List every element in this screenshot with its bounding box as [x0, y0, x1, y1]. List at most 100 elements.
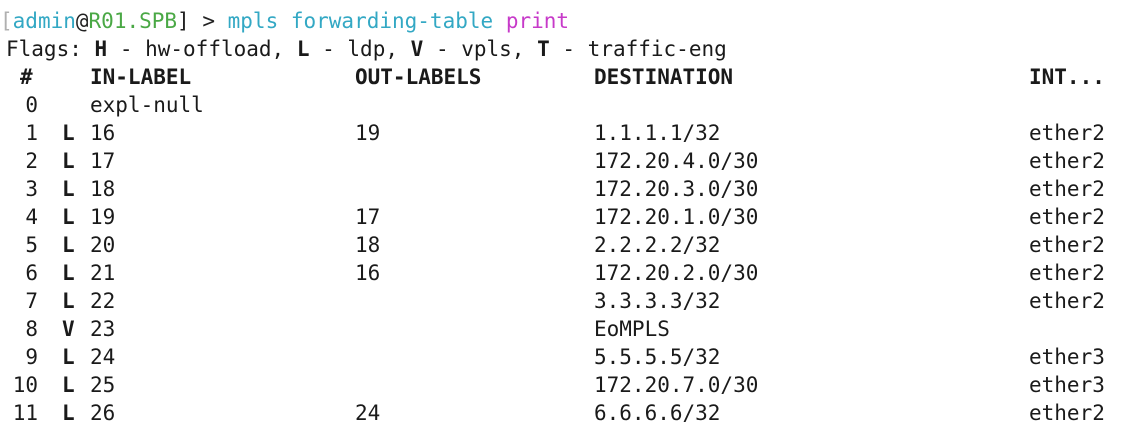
row-in-label: 26 — [90, 401, 116, 425]
row-destination: 2.2.2.2/32 — [594, 233, 721, 257]
row-destination: 5.5.5.5/32 — [594, 345, 721, 369]
row-flag: L — [62, 373, 75, 397]
row-in-label: 25 — [90, 373, 116, 397]
row-flag: L — [62, 121, 75, 145]
row-destination: 172.20.3.0/30 — [594, 177, 759, 201]
row-interface: ether2 — [1029, 233, 1105, 257]
flag-key-t: T — [537, 37, 550, 61]
row-out-labels: 17 — [355, 205, 381, 229]
prompt-user: admin — [12, 9, 76, 33]
table-row: 0 expl-null — [0, 91, 1124, 119]
row-interface: ether2 — [1029, 121, 1105, 145]
prompt-bracket-open: [ — [0, 9, 13, 33]
table-row: 11 L 26 24 6.6.6.6/32 ether2 — [0, 399, 1124, 427]
table-row: 4 L 19 17 172.20.1.0/30 ether2 — [0, 203, 1124, 231]
flag-desc-v: - vpls, — [423, 37, 538, 61]
header-out-labels: OUT-LABELS — [355, 65, 482, 89]
row-destination: 6.6.6.6/32 — [594, 401, 721, 425]
row-destination: 172.20.2.0/30 — [594, 261, 759, 285]
prompt-bracket-close: ] — [177, 9, 190, 33]
row-flag: L — [62, 177, 75, 201]
row-num: 1 — [25, 121, 38, 145]
row-destination: 1.1.1.1/32 — [594, 121, 721, 145]
row-in-label: 19 — [90, 205, 116, 229]
row-num: 0 — [25, 93, 38, 117]
row-destination: EoMPLS — [594, 317, 670, 341]
flag-key-v: V — [410, 37, 424, 61]
row-interface: ether2 — [1029, 205, 1105, 229]
row-flag: L — [62, 205, 75, 229]
header-num: # — [20, 65, 33, 89]
subcommand-text: print — [505, 9, 570, 33]
flag-desc-l: - ldp, — [309, 37, 411, 61]
row-destination: 172.20.1.0/30 — [594, 205, 759, 229]
table-row: 1 L 16 19 1.1.1.1/32 ether2 — [0, 119, 1124, 147]
table-row: 6 L 21 16 172.20.2.0/30 ether2 — [0, 259, 1124, 287]
row-destination: 172.20.7.0/30 — [594, 373, 759, 397]
row-num: 10 — [12, 373, 38, 397]
row-in-label: 17 — [90, 149, 116, 173]
prompt-arrow: > — [189, 9, 228, 33]
row-num: 6 — [25, 261, 38, 285]
row-flag: L — [62, 345, 75, 369]
prompt-at: @ — [75, 9, 89, 33]
header-interface: INT... — [1029, 65, 1105, 89]
row-flag: L — [62, 261, 75, 285]
flags-prefix: Flags: — [6, 37, 95, 61]
row-destination: 3.3.3.3/32 — [594, 289, 721, 313]
row-flag — [62, 91, 82, 119]
row-in-label: 21 — [90, 261, 116, 285]
flag-key-h: H — [94, 37, 108, 61]
row-num: 2 — [25, 149, 38, 173]
terminal-window[interactable]: [admin@R01.SPB] > mpls forwarding-table … — [0, 0, 1124, 428]
command-prompt-line: [admin@R01.SPB] > mpls forwarding-table … — [0, 7, 569, 35]
header-in-label: IN-LABEL — [90, 65, 192, 89]
row-in-label: 18 — [90, 177, 116, 201]
table-row: 10 L 25 172.20.7.0/30 ether3 — [0, 371, 1124, 399]
row-interface: ether2 — [1029, 401, 1105, 425]
row-num: 9 — [25, 345, 38, 369]
row-num: 8 — [25, 317, 38, 341]
row-in-label: 22 — [90, 289, 116, 313]
row-interface: ether2 — [1029, 149, 1105, 173]
row-out-labels: 19 — [355, 121, 381, 145]
prompt-host: R01.SPB — [88, 9, 178, 33]
row-in-label: 20 — [90, 233, 116, 257]
row-interface: ether3 — [1029, 345, 1105, 369]
table-row: 2 L 17 172.20.4.0/30 ether2 — [0, 147, 1124, 175]
row-num: 3 — [25, 177, 38, 201]
row-in-label: 24 — [90, 345, 116, 369]
flags-legend: Flags: H - hw-offload, L - ldp, V - vpls… — [6, 35, 727, 63]
table-row: 9 L 24 5.5.5.5/32 ether3 — [0, 343, 1124, 371]
row-destination: 172.20.4.0/30 — [594, 149, 759, 173]
row-num: 7 — [25, 289, 38, 313]
row-interface: ether2 — [1029, 289, 1105, 313]
table-header: # IN-LABEL OUT-LABELS DESTINATION INT... — [0, 63, 1124, 91]
row-num: 4 — [25, 205, 38, 229]
row-flag: V — [62, 317, 75, 341]
row-interface: ether3 — [1029, 373, 1105, 397]
table-row: 7 L 22 3.3.3.3/32 ether2 — [0, 287, 1124, 315]
row-out-labels: 18 — [355, 233, 381, 257]
flag-desc-h: - hw-offload, — [107, 37, 297, 61]
table-row: 3 L 18 172.20.3.0/30 ether2 — [0, 175, 1124, 203]
flag-desc-t: - traffic-eng — [549, 37, 727, 61]
row-interface: ether2 — [1029, 261, 1105, 285]
row-flag: L — [62, 401, 75, 425]
header-destination: DESTINATION — [594, 65, 734, 89]
row-flag: L — [62, 289, 75, 313]
row-out-labels: 16 — [355, 261, 381, 285]
row-flag: L — [62, 233, 75, 257]
table-row: 8 V 23 EoMPLS — [0, 315, 1124, 343]
row-interface: ether2 — [1029, 177, 1105, 201]
command-text: mpls forwarding-table — [227, 9, 494, 33]
row-in-label: 16 — [90, 121, 116, 145]
row-num: 11 — [12, 401, 38, 425]
table-row: 5 L 20 18 2.2.2.2/32 ether2 — [0, 231, 1124, 259]
row-out-labels: 24 — [355, 401, 381, 425]
row-in-label: 23 — [90, 317, 116, 341]
row-in-label: expl-null — [90, 93, 204, 117]
row-num: 5 — [25, 233, 38, 257]
flag-key-l: L — [296, 37, 310, 61]
row-flag: L — [62, 149, 75, 173]
